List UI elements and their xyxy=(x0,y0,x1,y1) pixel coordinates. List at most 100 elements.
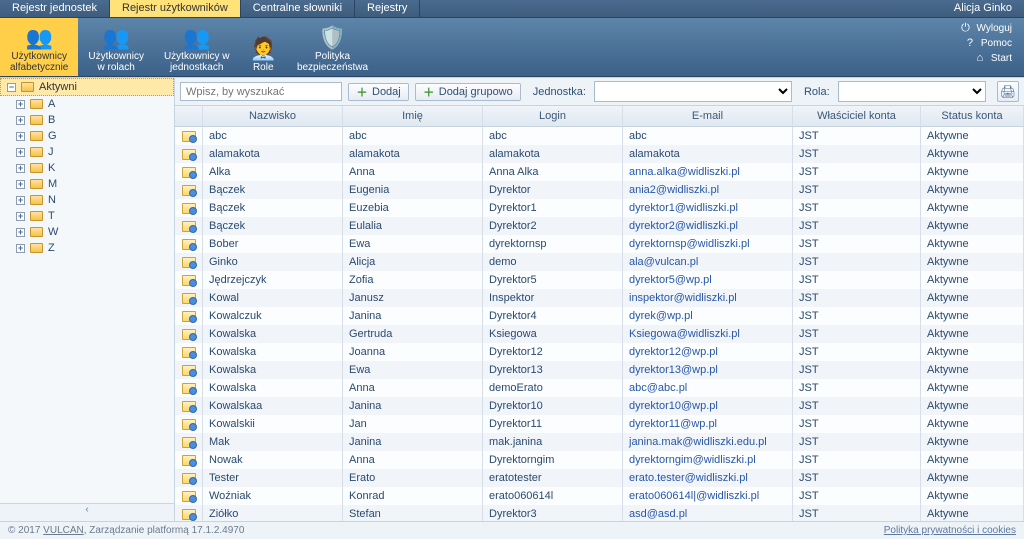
tab-rejestr-uzytkownikow[interactable]: Rejestr użytkowników xyxy=(110,0,241,17)
table-row[interactable]: TesterEratoeratotestererato.tester@widli… xyxy=(175,469,1024,487)
expand-icon[interactable]: + xyxy=(16,228,25,237)
row-icon-cell xyxy=(175,343,203,361)
cell-email[interactable]: dyrektor11@wp.pl xyxy=(629,418,717,430)
tree-node-j[interactable]: +J xyxy=(0,144,174,160)
table-row[interactable]: WoźniakKonraderato060614lerato060614l|@w… xyxy=(175,487,1024,505)
table-row[interactable]: NowakAnnaDyrektorngimdyrektorngim@widlis… xyxy=(175,451,1024,469)
cell-email[interactable]: erato060614l|@widliszki.pl xyxy=(629,490,759,502)
table-row[interactable]: KowalskaEwaDyrektor13dyrektor13@wp.plJST… xyxy=(175,361,1024,379)
print-button[interactable]: 🖨 xyxy=(997,81,1019,102)
table-row[interactable]: alamakotaalamakotaalamakotaalamakotaJSTA… xyxy=(175,145,1024,163)
table-row[interactable]: KowalskaJoannaDyrektor12dyrektor12@wp.pl… xyxy=(175,343,1024,361)
cell-email[interactable]: erato.tester@widliszki.pl xyxy=(629,472,748,484)
tree-node-n[interactable]: +N xyxy=(0,192,174,208)
table-row[interactable]: abcabcabcabcJSTAktywne xyxy=(175,127,1024,145)
expand-icon[interactable]: + xyxy=(16,180,25,189)
table-row[interactable]: KowalskaGertrudaKsiegowaKsiegowa@widlisz… xyxy=(175,325,1024,343)
col-status[interactable]: Status konta xyxy=(921,106,1024,126)
cell-email[interactable]: inspektor@widliszki.pl xyxy=(629,292,737,304)
ribbon-security[interactable]: 🛡️ Polityka bezpieczeństwa xyxy=(287,18,378,76)
expand-icon[interactable]: + xyxy=(16,164,25,173)
table-row[interactable]: KowalskiiJanDyrektor11dyrektor11@wp.plJS… xyxy=(175,415,1024,433)
unit-combo[interactable] xyxy=(594,81,792,102)
grid-body[interactable]: abcabcabcabcJSTAktywnealamakotaalamakota… xyxy=(175,127,1024,521)
table-row[interactable]: BączekEulaliaDyrektor2dyrektor2@widliszk… xyxy=(175,217,1024,235)
tree-node-a[interactable]: +A xyxy=(0,96,174,112)
tree-node-w[interactable]: +W xyxy=(0,224,174,240)
table-row[interactable]: KowalskaAnnademoEratoabc@abc.plJSTAktywn… xyxy=(175,379,1024,397)
cell-email[interactable]: dyrektor13@wp.pl xyxy=(629,364,718,376)
table-row[interactable]: BączekEuzebiaDyrektor1dyrektor1@widliszk… xyxy=(175,199,1024,217)
cell-email[interactable]: dyrektornsp@widliszki.pl xyxy=(629,238,750,250)
cell-email[interactable]: dyrektor10@wp.pl xyxy=(629,400,718,412)
table-row[interactable]: BoberEwadyrektornspdyrektornsp@widliszki… xyxy=(175,235,1024,253)
col-email[interactable]: E-mail xyxy=(623,106,793,126)
cell-email[interactable]: dyrektor1@widliszki.pl xyxy=(629,202,738,214)
tree-node-t[interactable]: +T xyxy=(0,208,174,224)
cell-email[interactable]: ala@vulcan.pl xyxy=(629,256,698,268)
row-icon-cell xyxy=(175,433,203,451)
ribbon-users-units[interactable]: 👥 Użytkownicy w jednostkach xyxy=(154,18,240,76)
cell-email[interactable]: dyrektor12@wp.pl xyxy=(629,346,718,358)
cell-email[interactable]: dyrektor2@widliszki.pl xyxy=(629,220,738,232)
table-row[interactable]: AlkaAnnaAnna Alkaanna.alka@widliszki.plJ… xyxy=(175,163,1024,181)
cell-email[interactable]: dyrektorngim@widliszki.pl xyxy=(629,454,756,466)
user-card-icon xyxy=(182,131,196,142)
table-row[interactable]: KowalJanuszInspektorinspektor@widliszki.… xyxy=(175,289,1024,307)
cell-email[interactable]: dyrek@wp.pl xyxy=(629,310,693,322)
collapse-icon[interactable]: − xyxy=(7,83,16,92)
ribbon-users-roles[interactable]: 👥 Użytkownicy w rolach xyxy=(78,18,154,76)
privacy-link[interactable]: Polityka prywatności i cookies xyxy=(884,525,1016,536)
col-nazwisko[interactable]: Nazwisko xyxy=(203,106,343,126)
tree-node-m[interactable]: +M xyxy=(0,176,174,192)
cell-email[interactable]: janina.mak@widliszki.edu.pl xyxy=(629,436,767,448)
add-group-button[interactable]: ＋ Dodaj grupowo xyxy=(415,83,521,101)
expand-icon[interactable]: + xyxy=(16,132,25,141)
cell-email[interactable]: asd@asd.pl xyxy=(629,508,687,520)
tab-centralne-slowniki[interactable]: Centralne słowniki xyxy=(241,0,355,17)
logout-link[interactable]: ⏻Wyloguj xyxy=(960,22,1012,34)
sidebar-collapse-button[interactable]: ‹ xyxy=(0,503,174,521)
cell-nazwisko: abc xyxy=(203,127,343,145)
col-login[interactable]: Login xyxy=(483,106,623,126)
table-row[interactable]: BączekEugeniaDyrektorania2@widliszki.plJ… xyxy=(175,181,1024,199)
table-row[interactable]: JędrzejczykZofiaDyrektor5dyrektor5@wp.pl… xyxy=(175,271,1024,289)
ribbon-users-alpha[interactable]: 👥 Użytkownicy alfabetycznie xyxy=(0,18,78,76)
cell-email[interactable]: abc@abc.pl xyxy=(629,382,687,394)
tree-root-aktywni[interactable]: − Aktywni xyxy=(0,78,174,96)
col-wlasciciel[interactable]: Właściciel konta xyxy=(793,106,921,126)
content-area: ＋ Dodaj ＋ Dodaj grupowo Jednostka: Rola:… xyxy=(175,78,1024,521)
table-row[interactable]: MakJaninamak.janinajanina.mak@widliszki.… xyxy=(175,433,1024,451)
vendor-link[interactable]: VULCAN xyxy=(43,525,84,536)
add-button[interactable]: ＋ Dodaj xyxy=(348,83,409,101)
expand-icon[interactable]: + xyxy=(16,212,25,221)
tree-node-g[interactable]: +G xyxy=(0,128,174,144)
col-icon-header[interactable] xyxy=(175,106,203,126)
expand-icon[interactable]: + xyxy=(16,100,25,109)
role-combo[interactable] xyxy=(838,81,986,102)
ribbon-label: Użytkownicy w jednostkach xyxy=(164,51,230,73)
expand-icon[interactable]: + xyxy=(16,244,25,253)
col-imie[interactable]: Imię xyxy=(343,106,483,126)
table-row[interactable]: GinkoAlicjademoala@vulcan.plJSTAktywne xyxy=(175,253,1024,271)
ribbon-roles[interactable]: 🧑‍💼 Role xyxy=(240,18,287,76)
table-row[interactable]: KowalczukJaninaDyrektor4dyrek@wp.plJSTAk… xyxy=(175,307,1024,325)
expand-icon[interactable]: + xyxy=(16,116,25,125)
cell-email[interactable]: Ksiegowa@widliszki.pl xyxy=(629,328,740,340)
tree-node-z[interactable]: +Z xyxy=(0,240,174,256)
users-roles-icon: 👥 xyxy=(102,27,129,49)
cell-email[interactable]: dyrektor5@wp.pl xyxy=(629,274,712,286)
search-input[interactable] xyxy=(180,82,342,101)
expand-icon[interactable]: + xyxy=(16,148,25,157)
expand-icon[interactable]: + xyxy=(16,196,25,205)
cell-email[interactable]: anna.alka@widliszki.pl xyxy=(629,166,740,178)
tree-node-b[interactable]: +B xyxy=(0,112,174,128)
help-link[interactable]: ?Pomoc xyxy=(964,37,1012,49)
start-link[interactable]: ⌂Start xyxy=(974,52,1012,64)
table-row[interactable]: KowalskaaJaninaDyrektor10dyrektor10@wp.p… xyxy=(175,397,1024,415)
tab-rejestr-jednostek[interactable]: Rejestr jednostek xyxy=(0,0,110,17)
cell-email[interactable]: ania2@widliszki.pl xyxy=(629,184,719,196)
table-row[interactable]: ZiółkoStefanDyrektor3asd@asd.plJSTAktywn… xyxy=(175,505,1024,521)
tree-node-k[interactable]: +K xyxy=(0,160,174,176)
tab-rejestry[interactable]: Rejestry xyxy=(355,0,420,17)
